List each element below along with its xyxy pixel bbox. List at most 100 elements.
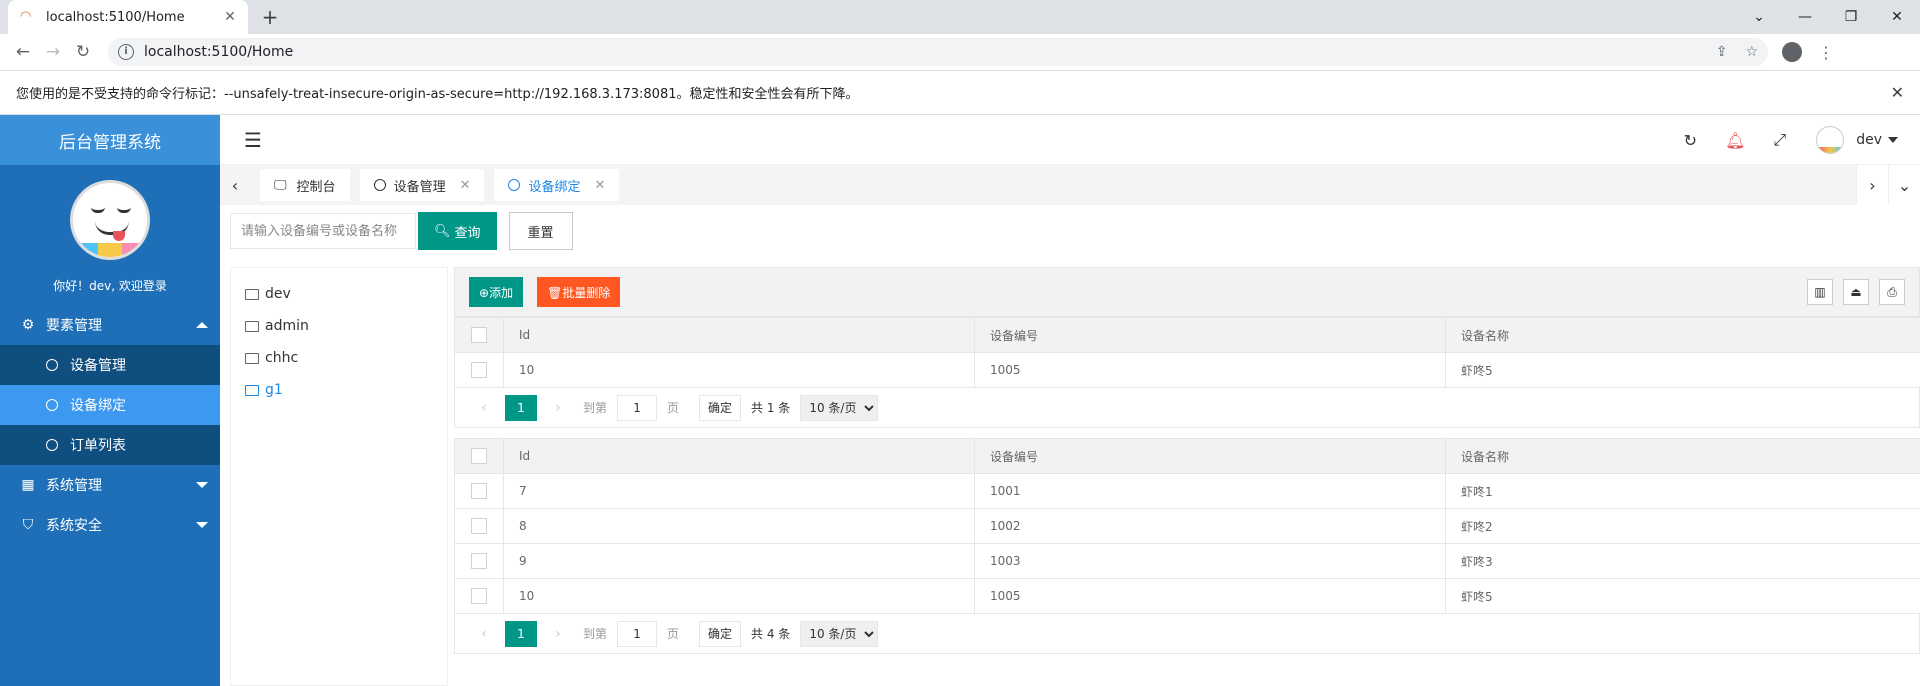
row-checkbox[interactable] <box>471 362 487 378</box>
new-tab-icon[interactable]: + <box>258 5 282 29</box>
tabs-scroll-right-icon[interactable]: › <box>1856 165 1888 205</box>
reload-icon[interactable]: ↻ <box>68 42 98 62</box>
bookmark-star-icon[interactable]: ☆ <box>1745 44 1758 60</box>
goto-page-input[interactable] <box>617 620 658 647</box>
minimize-icon[interactable]: — <box>1782 0 1828 34</box>
export-icon[interactable]: ⏏ <box>1843 279 1869 305</box>
close-tab-icon[interactable]: ✕ <box>460 178 471 193</box>
select-all-checkbox[interactable] <box>471 448 487 464</box>
forward-icon[interactable]: → <box>38 42 68 62</box>
add-button[interactable]: ⊕添加 <box>469 277 524 307</box>
url-text[interactable]: localhost:5100/Home <box>144 44 1698 60</box>
print-icon[interactable]: ⎙ <box>1879 279 1905 305</box>
back-icon[interactable]: ← <box>8 42 38 62</box>
menu-label: 要素管理 <box>46 318 102 334</box>
profile-avatar-icon[interactable] <box>1782 42 1802 62</box>
row-checkbox[interactable] <box>471 518 487 534</box>
column-header: 设备名称 <box>1445 438 1920 474</box>
sidebar-item-order-list[interactable]: 订单列表 <box>0 425 220 465</box>
row-checkbox[interactable] <box>471 588 487 604</box>
tree-node-selected[interactable]: g1 <box>231 374 447 406</box>
prev-page-icon[interactable]: ‹ <box>469 626 499 642</box>
cell-device-code: 1005 <box>974 352 1446 388</box>
tab-label: 设备管理 <box>393 179 446 195</box>
tab-device-management[interactable]: 设备管理 ✕ <box>359 169 485 201</box>
goto-page-input[interactable] <box>617 394 658 421</box>
cell-id: 7 <box>503 473 975 509</box>
table-row[interactable]: 10 1005 虾咚5 <box>454 578 1920 614</box>
browser-tab-title: localhost:5100/Home <box>46 9 185 25</box>
close-tab-icon[interactable]: ✕ <box>222 9 238 25</box>
column-header: 设备编号 <box>974 438 1446 474</box>
current-page[interactable]: 1 <box>505 394 537 421</box>
row-checkbox[interactable] <box>471 553 487 569</box>
main-area: ☰ ↻ 🔔︎ ⤢ dev ‹ 🖵 控制台 设备管理 ✕ 设备绑定 ✕ › ⌄ 请… <box>220 115 1920 686</box>
search-input[interactable] <box>230 213 416 249</box>
caret-up-icon <box>196 322 208 328</box>
shield-icon: ⛉ <box>22 517 34 533</box>
sidebar-item-device-binding[interactable]: 设备绑定 <box>0 385 220 425</box>
columns-filter-icon[interactable]: ▥ <box>1807 279 1833 305</box>
next-page-icon[interactable]: › <box>543 400 573 416</box>
share-icon[interactable]: ⇪ <box>1716 44 1728 60</box>
page-size-select[interactable]: 10 条/页 <box>800 394 879 421</box>
page-size-select[interactable]: 10 条/页 <box>800 620 879 647</box>
header-avatar[interactable] <box>1816 126 1845 154</box>
app-root: 后台管理系统 你好！dev, 欢迎登录 ⚙ 要素管理 设备管理 设备绑定 订单列… <box>0 115 1920 686</box>
refresh-icon[interactable]: ↻ <box>1684 131 1697 150</box>
prev-page-icon[interactable]: ‹ <box>469 400 499 416</box>
content-area: dev admin chhc g1 ⊕添加 🗑︎批量删除 ▥ ⏏ ⎙ Id 设备… <box>220 265 1920 686</box>
cell-device-code: 1002 <box>974 508 1446 544</box>
fullscreen-icon[interactable]: ⤢ <box>1773 130 1786 150</box>
tab-search-chevron-icon[interactable]: ⌄ <box>1736 0 1782 34</box>
site-info-icon[interactable]: i <box>118 44 134 60</box>
omnibox[interactable]: i localhost:5100/Home ⇪ ☆ <box>108 38 1768 66</box>
notification-bell-icon[interactable]: 🔔︎ <box>1725 131 1745 150</box>
table-row[interactable]: 7 1001 虾咚1 <box>454 473 1920 509</box>
tree-node[interactable]: dev <box>231 278 447 310</box>
browser-tab[interactable]: ◠ localhost:5100/Home ✕ <box>8 0 248 34</box>
tab-device-binding[interactable]: 设备绑定 ✕ <box>494 169 620 201</box>
batch-delete-button[interactable]: 🗑︎批量删除 <box>537 277 621 307</box>
query-button[interactable]: 🔍︎ 查询 <box>418 212 497 250</box>
header-username[interactable]: dev <box>1856 132 1882 148</box>
tree-node[interactable]: chhc <box>231 342 447 374</box>
tabs-dropdown-chevron-icon[interactable]: ⌄ <box>1888 165 1920 205</box>
table-row[interactable]: 9 1003 虾咚3 <box>454 543 1920 579</box>
menu-label: 系统安全 <box>46 518 102 534</box>
sidebar-item-system-management[interactable]: ▦ 系统管理 <box>0 465 220 505</box>
reset-button[interactable]: 重置 <box>508 212 573 250</box>
current-page[interactable]: 1 <box>505 620 537 647</box>
infobar-close-icon[interactable]: ✕ <box>1891 83 1904 102</box>
close-tab-icon[interactable]: ✕ <box>595 178 606 193</box>
sidebar-item-element-management[interactable]: ⚙ 要素管理 <box>0 305 220 345</box>
pagination: ‹ 1 › 到第 页 确定 共 4 条 10 条/页 <box>454 614 1920 654</box>
goto-prefix: 到第 <box>583 627 608 641</box>
menu-label: 系统管理 <box>46 478 102 494</box>
user-avatar <box>70 180 150 260</box>
close-window-icon[interactable]: ✕ <box>1874 0 1920 34</box>
goto-confirm-button[interactable]: 确定 <box>699 394 742 421</box>
goto-confirm-button[interactable]: 确定 <box>699 620 742 647</box>
table-row[interactable]: 10 1005 虾咚5 <box>454 352 1920 388</box>
sidebar-item-system-security[interactable]: ⛉ 系统安全 <box>0 505 220 545</box>
collapse-menu-icon[interactable]: ☰ <box>244 128 262 152</box>
sidebar-item-device-management[interactable]: 设备管理 <box>0 345 220 385</box>
tab-console[interactable]: 🖵 控制台 <box>260 169 350 201</box>
tabs-scroll-left-icon[interactable]: ‹ <box>220 176 250 195</box>
next-page-icon[interactable]: › <box>543 626 573 642</box>
restore-icon[interactable]: ❐ <box>1828 0 1874 34</box>
table-row[interactable]: 8 1002 虾咚2 <box>454 508 1920 544</box>
select-all-checkbox[interactable] <box>471 327 487 343</box>
browser-menu-icon[interactable]: ⋮ <box>1818 43 1834 62</box>
folder-card-icon <box>245 352 259 364</box>
window-controls: ⌄ — ❐ ✕ <box>1736 0 1920 34</box>
tree-node[interactable]: admin <box>231 310 447 342</box>
cell-device-code: 1003 <box>974 543 1446 579</box>
column-header: 设备编号 <box>974 317 1446 353</box>
goto-suffix: 页 <box>667 627 680 641</box>
row-checkbox[interactable] <box>471 483 487 499</box>
page-tabs-bar: ‹ 🖵 控制台 设备管理 ✕ 设备绑定 ✕ › ⌄ <box>220 165 1920 205</box>
user-caret-down-icon[interactable] <box>1888 137 1898 143</box>
caret-down-icon <box>196 522 208 528</box>
